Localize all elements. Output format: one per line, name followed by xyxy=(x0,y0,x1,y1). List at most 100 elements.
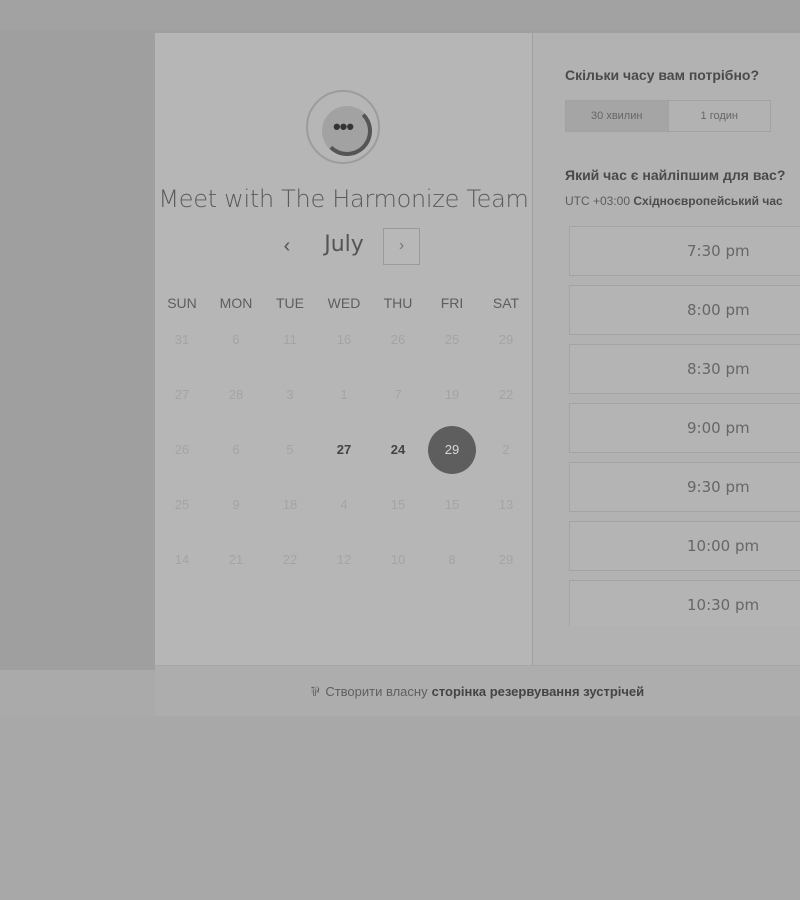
calendar-day-number: 18 xyxy=(282,497,298,512)
weekday-mon: MON xyxy=(219,295,253,311)
calendar-day-number: 6 xyxy=(232,332,240,347)
calendar-day: 27 xyxy=(155,371,209,419)
calendar-day: 21 xyxy=(209,536,263,584)
calendar-day-number: 26 xyxy=(390,332,406,347)
calendar-day: 26 xyxy=(155,426,209,474)
calendar-day-number: 9 xyxy=(232,497,240,512)
calendar-day: 25 xyxy=(155,481,209,529)
calendar-day-number: 4 xyxy=(340,497,348,512)
calendar-day: 11 xyxy=(263,316,317,364)
calendar-day[interactable]: 27 xyxy=(317,426,371,474)
chat-dots-icon: ••• xyxy=(332,114,354,139)
calendar-day-number: 15 xyxy=(390,497,406,512)
calendar-day: 3 xyxy=(263,371,317,419)
weekday-fri: FRI xyxy=(440,295,464,311)
calendar-day-number: 13 xyxy=(498,497,514,512)
time-slot-button[interactable]: 8:00 pm xyxy=(569,285,800,335)
calendar-day-number: 3 xyxy=(286,387,294,402)
calendar-day-number: 6 xyxy=(232,442,240,457)
calendar-day: 26 xyxy=(371,316,425,364)
time-slot-button[interactable]: 10:00 pm xyxy=(569,521,800,571)
weekday-header: SUN MON TUE WED THU FRI SAT xyxy=(155,295,532,313)
calendar-day-number: 5 xyxy=(286,442,294,457)
calendar-day: 22 xyxy=(479,371,533,419)
calendar-day-number: 22 xyxy=(498,387,514,402)
calendar-day: 5 xyxy=(263,426,317,474)
calendar-day: 13 xyxy=(479,481,533,529)
calendar-day: 15 xyxy=(425,481,479,529)
calendar-day: 18 xyxy=(263,481,317,529)
time-slot-button[interactable]: 9:30 pm xyxy=(569,462,800,512)
time-panel: Скільки часу вам потрібно? 30 хвилин 1 г… xyxy=(533,33,800,665)
calendar-day-number: 29 xyxy=(498,332,514,347)
next-month-button[interactable]: › xyxy=(383,228,420,265)
time-slot-label: 8:00 pm xyxy=(687,301,750,319)
calendar-day-number: 10 xyxy=(390,552,406,567)
prev-month-button[interactable]: ‹ xyxy=(275,233,299,261)
month-navigator: ‹ July › xyxy=(155,228,532,268)
time-slot-button[interactable]: 9:00 pm xyxy=(569,403,800,453)
calendar-day: 2 xyxy=(479,426,533,474)
calendar-day-number: 26 xyxy=(174,442,190,457)
calendar-day-number: 22 xyxy=(282,552,298,567)
time-slot-label: 10:30 pm xyxy=(687,596,760,614)
calendar-day-number: 25 xyxy=(174,497,190,512)
time-slot-label: 9:30 pm xyxy=(687,478,750,496)
calendar-day-number: 2 xyxy=(502,442,510,457)
calendar-day: 29 xyxy=(479,536,533,584)
time-slot-button[interactable]: 7:30 pm xyxy=(569,226,800,276)
calendar-day: 1 xyxy=(317,371,371,419)
calendar-day: 29 xyxy=(479,316,533,364)
duration-selector: 30 хвилин 1 годин xyxy=(565,100,771,132)
top-bar xyxy=(0,0,800,30)
calendar-day-number: 28 xyxy=(228,387,244,402)
time-question: Який час є найліпшим для вас? xyxy=(565,167,786,183)
time-slot-button[interactable]: 10:30 pm xyxy=(569,580,800,626)
footer: ⅌ Створити власну сторінка резервування … xyxy=(155,665,800,716)
calendar-panel: ••• Meet with The Harmonize Team ‹ July … xyxy=(155,33,532,665)
calendar-day: 12 xyxy=(317,536,371,584)
weekday-sun: SUN xyxy=(167,295,197,311)
calendar-day-number: 29 xyxy=(498,552,514,567)
weekday-tue: TUE xyxy=(276,295,304,311)
calendar-day: 8 xyxy=(425,536,479,584)
calendar-day: 28 xyxy=(209,371,263,419)
calendar-day: 10 xyxy=(371,536,425,584)
calendar-day-number: 14 xyxy=(174,552,190,567)
month-label: July xyxy=(324,232,364,257)
calendar-day[interactable]: 24 xyxy=(371,426,425,474)
calendar-day: 6 xyxy=(209,316,263,364)
brand-logo-icon: ⅌ xyxy=(310,684,320,699)
page-title: Meet with The Harmonize Team xyxy=(158,185,529,213)
duration-question: Скільки часу вам потрібно? xyxy=(565,67,760,83)
time-slot-label: 9:00 pm xyxy=(687,419,750,437)
calendar-day-number: 21 xyxy=(228,552,244,567)
duration-30-min[interactable]: 30 хвилин xyxy=(566,101,668,131)
booking-card: ••• Meet with The Harmonize Team ‹ July … xyxy=(155,33,800,716)
weekday-sat: SAT xyxy=(492,295,520,311)
calendar-day: 6 xyxy=(209,426,263,474)
calendar-day-number: 16 xyxy=(336,332,352,347)
calendar-day-number: 31 xyxy=(174,332,190,347)
calendar-day: 4 xyxy=(317,481,371,529)
calendar-day: 9 xyxy=(209,481,263,529)
footer-text: Створити власну xyxy=(325,683,428,699)
time-slot-button[interactable]: 8:30 pm xyxy=(569,344,800,394)
timezone-label[interactable]: UTC +03:00 Східноєвропейський час xyxy=(565,194,783,208)
create-booking-page-link[interactable]: сторінка резервування зустрічей xyxy=(432,684,645,699)
calendar-day: 19 xyxy=(425,371,479,419)
duration-1-hour[interactable]: 1 годин xyxy=(667,101,771,131)
time-slot-list: 7:30 pm 8:00 pm 8:30 pm 9:00 pm 9:30 pm 10:00… xyxy=(569,226,800,626)
timezone-name: Східноєвропейський час xyxy=(633,194,783,208)
calendar-day-number: 29 xyxy=(444,442,460,457)
calendar-day-number: 1 xyxy=(340,387,348,402)
calendar-day-number: 24 xyxy=(390,442,406,457)
calendar-day-selected[interactable]: 29 xyxy=(425,426,479,474)
calendar-day-number: 27 xyxy=(336,442,352,457)
time-slot-label: 8:30 pm xyxy=(687,360,750,378)
calendar-day-number: 25 xyxy=(444,332,460,347)
calendar-day: 31 xyxy=(155,316,209,364)
calendar-day-number: 11 xyxy=(283,332,297,347)
organizer-avatar: ••• xyxy=(306,90,380,164)
timezone-offset: UTC +03:00 xyxy=(565,194,631,208)
